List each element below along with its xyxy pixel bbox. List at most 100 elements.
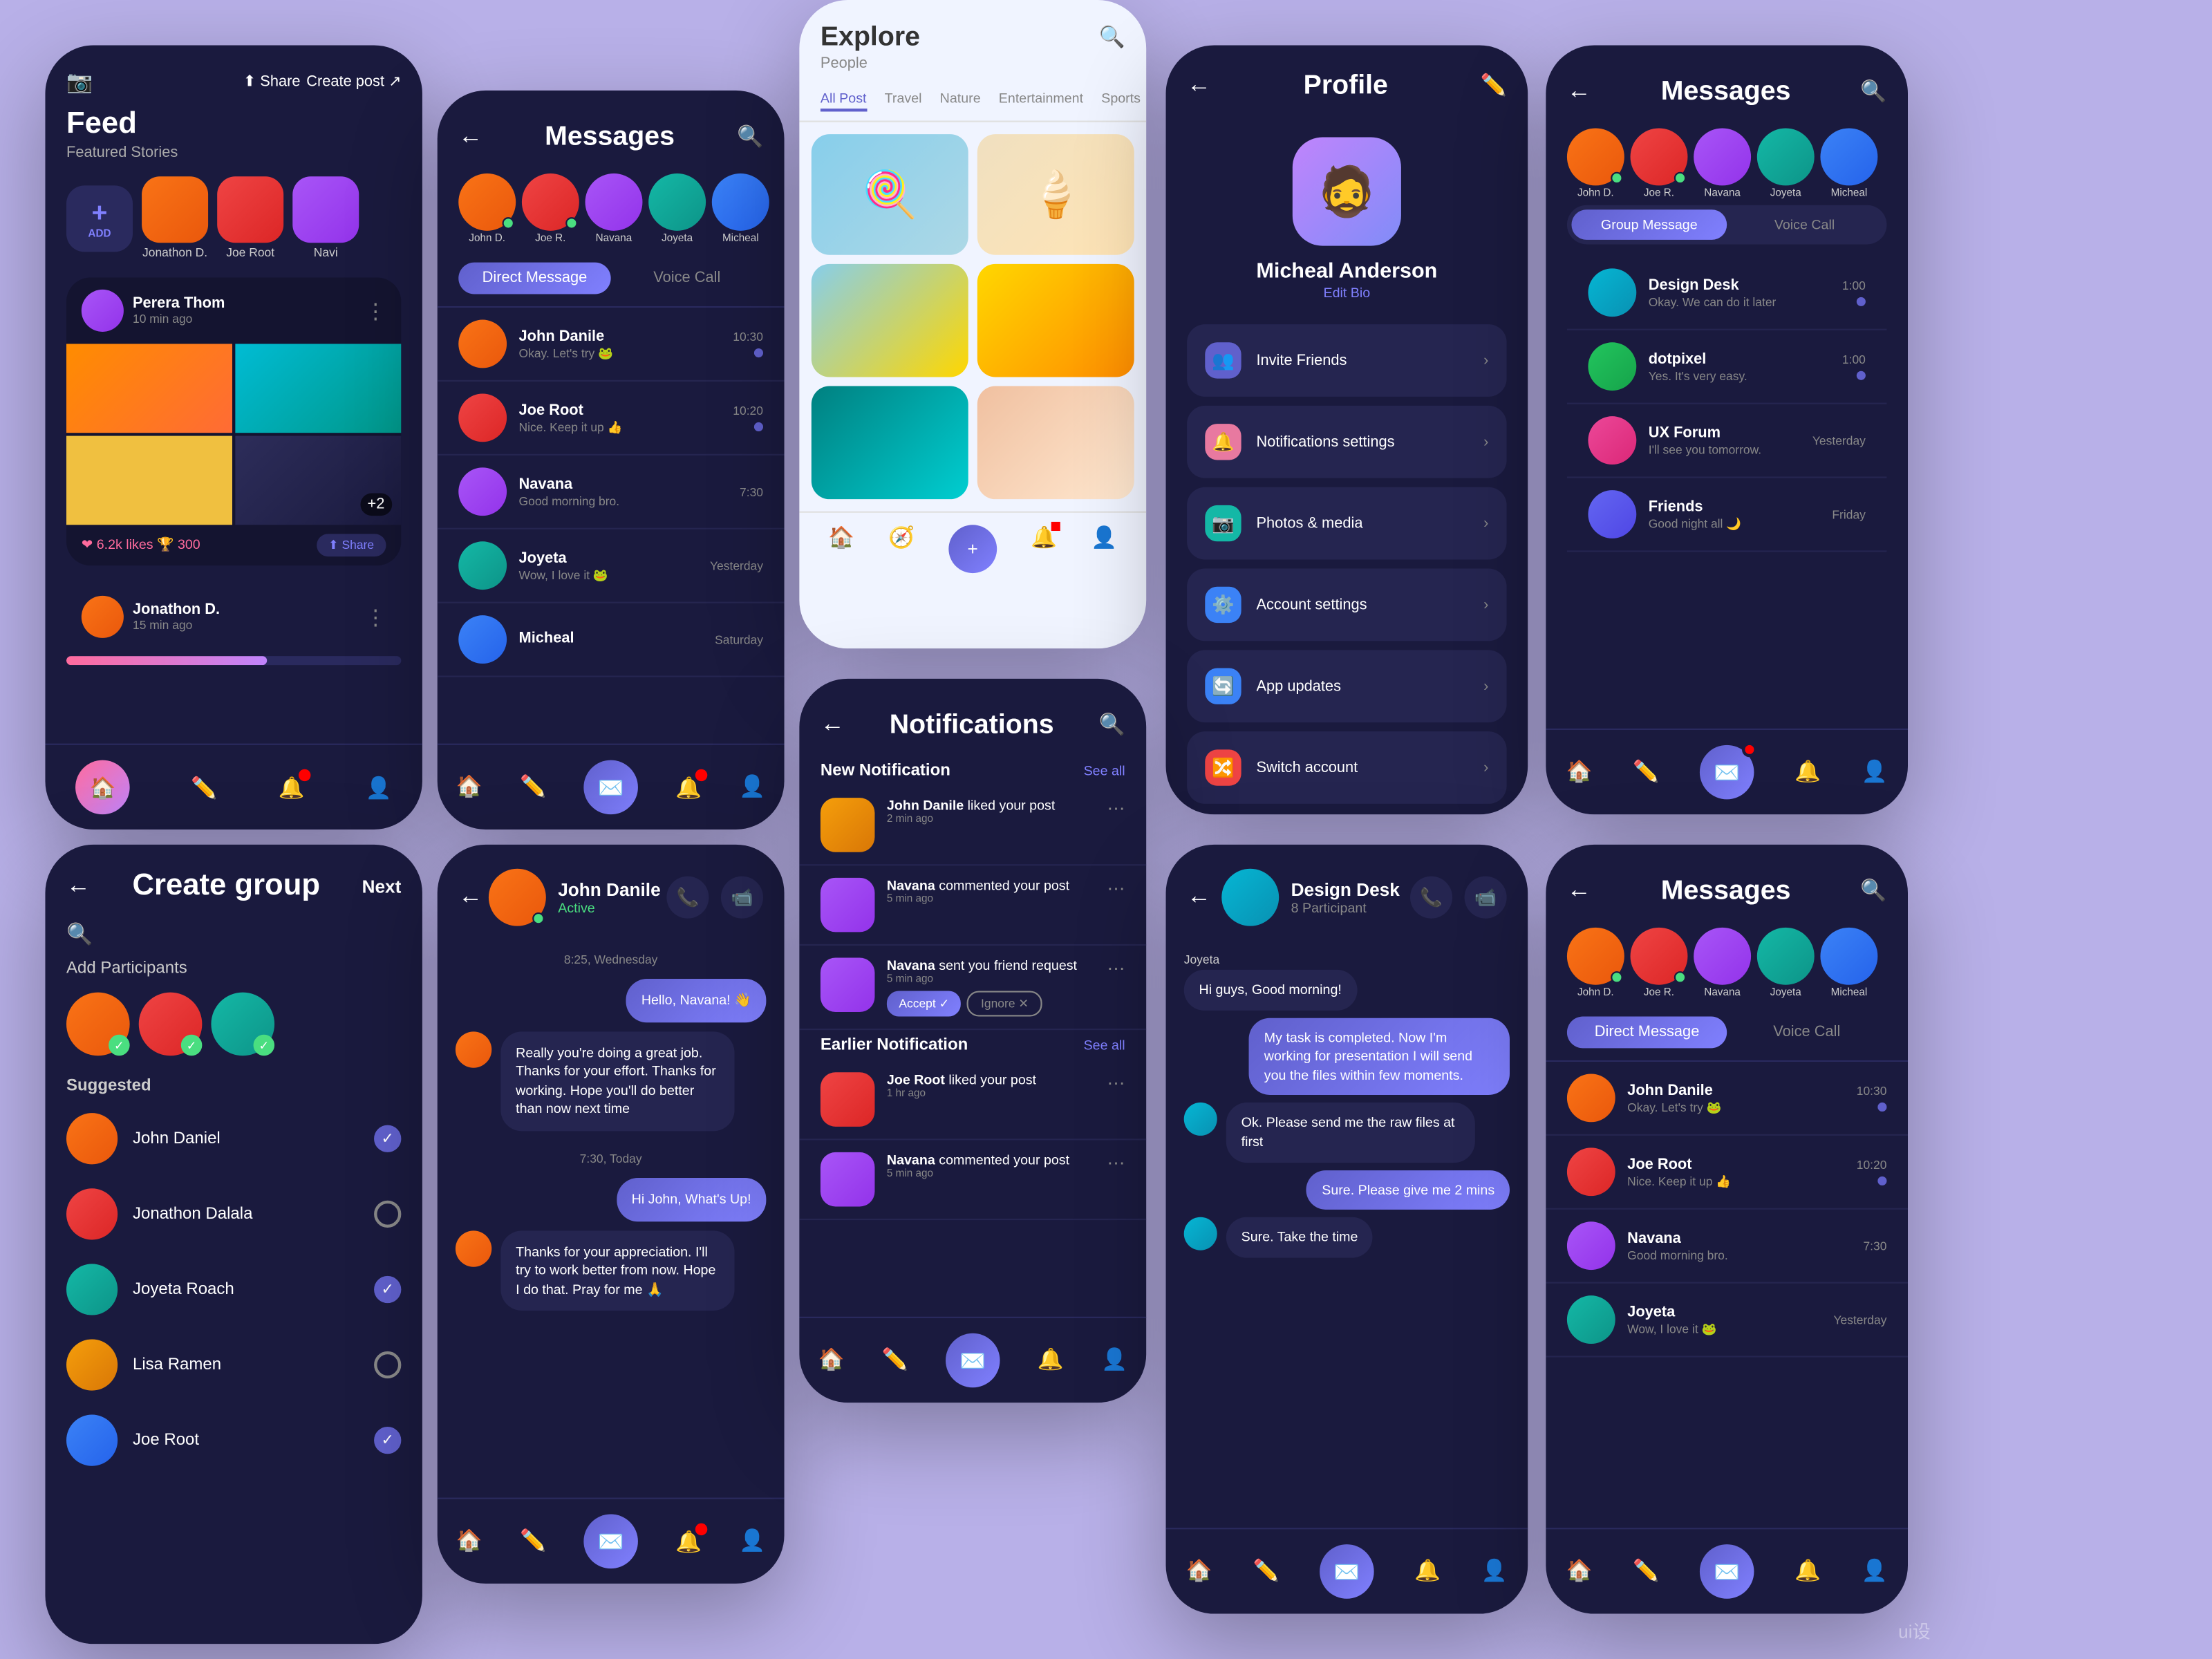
phone-call-button[interactable]: 📞 <box>1410 877 1452 919</box>
notifications-search-icon[interactable]: 🔍 <box>1099 712 1125 738</box>
edit-nav-button[interactable]: ✏️ <box>191 774 217 800</box>
photo-light[interactable] <box>977 386 1134 500</box>
home-nav[interactable]: 🏠 <box>818 1347 844 1374</box>
person-checkbox[interactable]: ✓ <box>374 1276 401 1303</box>
message-item[interactable]: Micheal Saturday <box>438 603 785 677</box>
message-item[interactable]: Joe Root Nice. Keep it up 👍 10:20 <box>1546 1136 1908 1210</box>
video-call-button[interactable]: 📹 <box>721 877 763 919</box>
menu-item-photos-media[interactable]: 📷 Photos & media › <box>1187 487 1507 560</box>
contact-avatar[interactable]: John D. <box>1567 128 1624 199</box>
person-item[interactable]: Lisa Ramen <box>45 1327 422 1403</box>
tab-voice-call[interactable]: Voice Call <box>611 263 763 294</box>
person-checkbox[interactable] <box>374 1201 401 1228</box>
back-arrow-icon[interactable]: ← <box>1187 72 1211 99</box>
edit-nav[interactable]: ✏️ <box>1633 1558 1659 1585</box>
home-nav[interactable]: 🏠 <box>1566 758 1593 785</box>
photo-lollipop[interactable]: 🍭 <box>812 134 968 255</box>
home-nav[interactable]: 🏠 <box>828 525 854 573</box>
edit-nav[interactable]: ✏️ <box>520 1528 546 1555</box>
contact-avatar[interactable]: Joe R. <box>1631 928 1688 999</box>
tab-voice-call-3[interactable]: Voice Call <box>1727 1017 1886 1049</box>
story-item[interactable]: Jonathon D. <box>142 176 208 259</box>
tab-direct-message[interactable]: Direct Message <box>458 263 610 294</box>
accept-button[interactable]: Accept ✓ <box>887 991 962 1016</box>
more-icon[interactable]: ⋮ <box>365 298 386 324</box>
person-checkbox[interactable]: ✓ <box>374 1427 401 1454</box>
person-item[interactable]: Jonathon Dalala <box>45 1177 422 1252</box>
back-arrow-icon[interactable]: ← <box>458 123 482 150</box>
person-item[interactable]: Joe Root ✓ <box>45 1403 422 1478</box>
menu-item-notifications-settings[interactable]: 🔔 Notifications settings › <box>1187 406 1507 478</box>
profile-nav[interactable]: 👤 <box>1101 1347 1127 1374</box>
search-icon[interactable]: 🔍 <box>66 921 93 947</box>
more-options-icon[interactable]: ⋯ <box>1107 1152 1125 1174</box>
contact-avatar[interactable]: Joyeta <box>648 174 706 245</box>
person-item[interactable]: Joyeta Roach ✓ <box>45 1252 422 1327</box>
home-nav[interactable]: 🏠 <box>456 1528 482 1555</box>
message-item[interactable]: John Danile Okay. Let's try 🐸 10:30 <box>1546 1062 1908 1136</box>
home-nav-button[interactable]: 🏠 <box>76 760 131 815</box>
search-icon[interactable]: 🔍 <box>1860 878 1886 903</box>
message-item[interactable]: John Danile Okay. Let's try 🐸 10:30 <box>438 308 785 382</box>
person-checkbox[interactable] <box>374 1351 401 1378</box>
message-item[interactable]: Navana Good morning bro. 7:30 <box>438 456 785 529</box>
bell-nav[interactable]: 🔔 <box>675 774 702 800</box>
profile-nav[interactable]: 👤 <box>739 1528 765 1555</box>
menu-item-account-settings[interactable]: ⚙️ Account settings › <box>1187 569 1507 641</box>
message-item[interactable]: dotpixel Yes. It's very easy. 1:00 <box>1567 330 1887 404</box>
home-nav[interactable]: 🏠 <box>1186 1558 1212 1585</box>
contact-avatar[interactable]: Micheal <box>1820 128 1877 199</box>
see-all-button[interactable]: See all <box>1084 763 1125 778</box>
bell-nav-button[interactable]: 🔔 <box>279 774 305 800</box>
more-options-icon[interactable]: ⋯ <box>1107 1072 1125 1094</box>
back-arrow-icon[interactable]: ← <box>458 884 482 911</box>
search-icon[interactable]: 🔍 <box>737 124 763 149</box>
photo-mango[interactable] <box>977 264 1134 377</box>
mail-nav[interactable]: ✉️ <box>583 1515 638 1569</box>
back-arrow-icon[interactable]: ← <box>1567 877 1591 904</box>
ignore-button[interactable]: Ignore ✕ <box>967 991 1042 1016</box>
message-item[interactable]: Navana Good morning bro. 7:30 <box>1546 1210 1908 1284</box>
next-button[interactable]: Next <box>362 876 402 897</box>
tab-nature[interactable]: Nature <box>940 91 981 112</box>
back-arrow-icon[interactable]: ← <box>1567 77 1591 104</box>
menu-item-app-updates[interactable]: 🔄 App updates › <box>1187 650 1507 722</box>
contact-avatar[interactable]: Navana <box>1694 128 1751 199</box>
add-story-button[interactable]: + ADD <box>66 185 133 251</box>
mail-nav[interactable]: ✉️ <box>1320 1544 1374 1599</box>
message-item[interactable]: Joyeta Wow, I love it 🐸 Yesterday <box>1546 1284 1908 1358</box>
bell-nav[interactable]: 🔔 <box>1414 1558 1441 1585</box>
back-arrow-icon[interactable]: ← <box>1187 884 1211 911</box>
person-checkbox[interactable]: ✓ <box>374 1125 401 1152</box>
photo-teal[interactable] <box>812 386 968 500</box>
contact-avatar[interactable]: Joe R. <box>1631 128 1688 199</box>
person-item[interactable]: John Daniel ✓ <box>45 1101 422 1177</box>
profile-nav[interactable]: 👤 <box>1862 758 1888 785</box>
contact-avatar[interactable]: Joyeta <box>1757 928 1815 999</box>
search-icon[interactable]: 🔍 <box>1860 78 1886 104</box>
message-item[interactable]: Joe Root Nice. Keep it up 👍 10:20 <box>438 382 785 456</box>
tab-direct-message-3[interactable]: Direct Message <box>1567 1017 1727 1049</box>
message-item[interactable]: Joyeta Wow, I love it 🐸 Yesterday <box>438 529 785 603</box>
mail-nav-btn[interactable]: ✉️ <box>1700 745 1754 800</box>
back-arrow-icon[interactable]: ← <box>66 872 91 899</box>
menu-item-invite-friends[interactable]: 👥 Invite Friends › <box>1187 324 1507 397</box>
more-options-icon[interactable]: ⋯ <box>1107 878 1125 899</box>
bell-nav[interactable]: 🔔 <box>675 1528 702 1554</box>
bell-nav[interactable]: 🔔 <box>1794 1558 1821 1585</box>
camera-icon[interactable]: 📷 <box>66 69 93 95</box>
compass-nav[interactable]: 🧭 <box>888 525 915 573</box>
message-item[interactable]: Design Desk Okay. We can do it later 1:0… <box>1567 256 1887 330</box>
message-item[interactable]: UX Forum I'll see you tomorrow. Yesterda… <box>1567 404 1887 478</box>
create-post-label[interactable]: ⬆ Share Create post ↗ <box>243 74 401 91</box>
contact-avatar[interactable]: John D. <box>458 174 516 245</box>
edit-nav[interactable]: ✏️ <box>520 774 546 800</box>
home-nav[interactable]: 🏠 <box>1566 1558 1593 1585</box>
photo-beach[interactable] <box>812 264 968 377</box>
tab-all-post[interactable]: All Post <box>821 91 867 112</box>
tab-travel[interactable]: Travel <box>885 91 922 112</box>
message-item[interactable]: Friends Good night all 🌙 Friday <box>1567 478 1887 552</box>
photo-icecream[interactable]: 🍦 <box>977 134 1134 255</box>
mail-nav[interactable]: ✉️ <box>1700 1544 1754 1599</box>
story-item[interactable]: Joe Root <box>217 176 283 259</box>
